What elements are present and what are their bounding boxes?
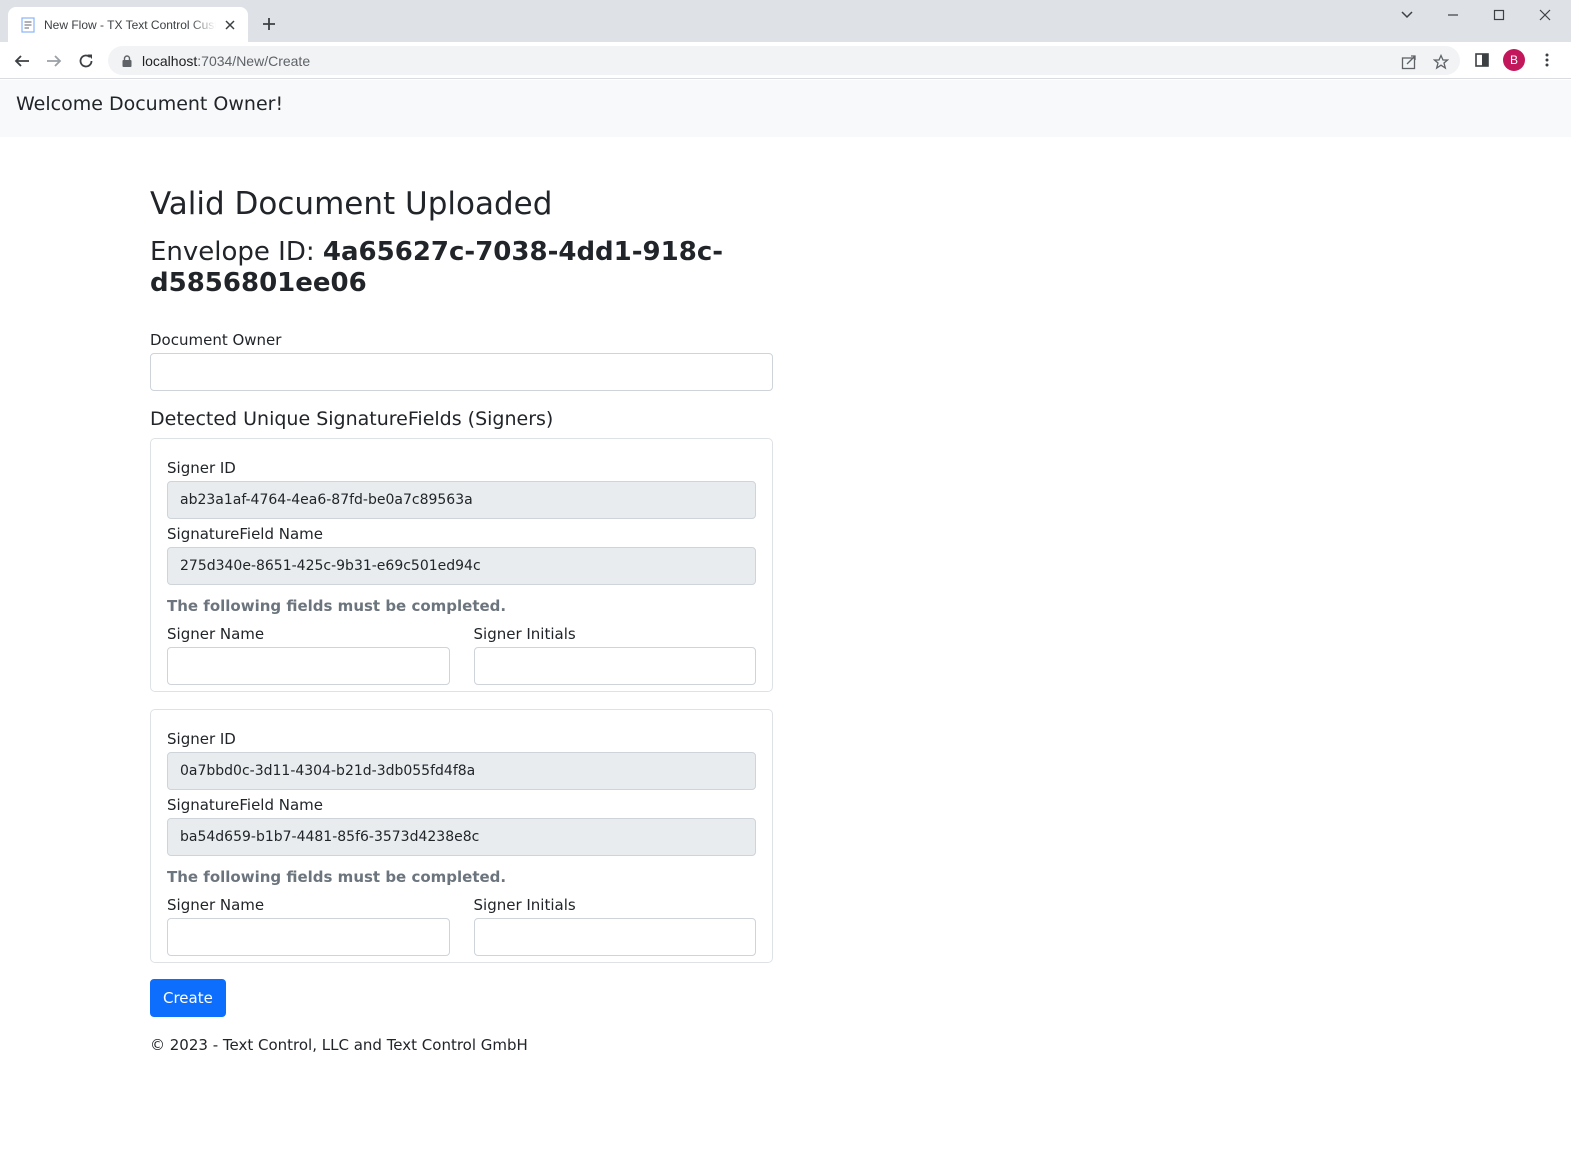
reload-icon[interactable] xyxy=(74,49,98,73)
close-window-icon[interactable] xyxy=(1534,4,1556,26)
new-tab-icon[interactable] xyxy=(259,14,279,34)
share-icon[interactable] xyxy=(1400,53,1418,71)
tab-search-chevron-icon[interactable] xyxy=(1396,4,1418,26)
minimize-icon[interactable] xyxy=(1442,4,1464,26)
signer-initials-input[interactable] xyxy=(473,647,756,685)
signer-card: Signer ID SignatureField Name The follow… xyxy=(150,709,773,963)
url-path: :7034/New/Create xyxy=(197,52,311,69)
signature-field-name-label: SignatureField Name xyxy=(167,796,324,814)
envelope-label: Envelope ID: xyxy=(150,237,323,268)
signer-initials-label: Signer Initials xyxy=(473,896,576,914)
signer-name-label: Signer Name xyxy=(167,625,265,643)
kebab-menu-icon[interactable] xyxy=(1537,50,1557,70)
main-container: Valid Document Uploaded Envelope ID: 4a6… xyxy=(150,180,773,1054)
browser-toolbar: localhost:7034/New/Create B xyxy=(0,42,1571,79)
document-owner-label: Document Owner xyxy=(150,331,282,349)
signer-initials-label: Signer Initials xyxy=(473,625,576,643)
footer-copyright: © 2023 - Text Control, LLC and Text Cont… xyxy=(150,1036,528,1054)
create-button[interactable]: Create xyxy=(150,979,226,1017)
app-navbar: Welcome Document Owner! xyxy=(0,80,1571,137)
signer-id-input[interactable] xyxy=(167,481,756,519)
maximize-icon[interactable] xyxy=(1488,4,1510,26)
navbar-brand[interactable]: Welcome Document Owner! xyxy=(16,93,283,115)
profile-avatar[interactable]: B xyxy=(1503,49,1525,71)
url-host: localhost xyxy=(142,52,198,69)
document-owner-group: Document Owner xyxy=(150,331,773,391)
signers-heading: Detected Unique SignatureFields (Signers… xyxy=(150,408,554,430)
lock-icon[interactable] xyxy=(120,54,134,68)
signer-initials-input[interactable] xyxy=(473,918,756,956)
bookmark-star-icon[interactable] xyxy=(1432,53,1450,71)
envelope-heading: Envelope ID: 4a65627c-7038-4dd1-918c-d58… xyxy=(150,237,773,299)
signer-name-input[interactable] xyxy=(167,918,450,956)
tab-title: New Flow - TX Text Control Custom xyxy=(44,17,216,32)
close-tab-icon[interactable] xyxy=(222,17,238,33)
browser-tabstrip: New Flow - TX Text Control Custom xyxy=(0,0,1571,42)
signer-card: Signer ID SignatureField Name The follow… xyxy=(150,438,773,692)
signature-field-name-input[interactable] xyxy=(167,818,756,856)
signer-id-label: Signer ID xyxy=(167,730,236,748)
required-fields-hint: The following fields must be completed. xyxy=(167,868,507,886)
page-title: Valid Document Uploaded xyxy=(150,186,553,222)
document-owner-input[interactable] xyxy=(150,353,773,391)
required-fields-hint: The following fields must be completed. xyxy=(167,597,507,615)
signature-field-name-input[interactable] xyxy=(167,547,756,585)
signer-id-input[interactable] xyxy=(167,752,756,790)
back-arrow-icon[interactable] xyxy=(10,49,34,73)
browser-tab[interactable]: New Flow - TX Text Control Custom xyxy=(8,7,248,42)
forward-arrow-icon[interactable] xyxy=(42,49,66,73)
signer-name-label: Signer Name xyxy=(167,896,265,914)
address-bar[interactable]: localhost:7034/New/Create xyxy=(108,46,1460,75)
document-icon xyxy=(20,16,36,33)
signer-id-label: Signer ID xyxy=(167,459,236,477)
signer-name-input[interactable] xyxy=(167,647,450,685)
side-panel-icon[interactable] xyxy=(1472,50,1492,70)
signature-field-name-label: SignatureField Name xyxy=(167,525,324,543)
